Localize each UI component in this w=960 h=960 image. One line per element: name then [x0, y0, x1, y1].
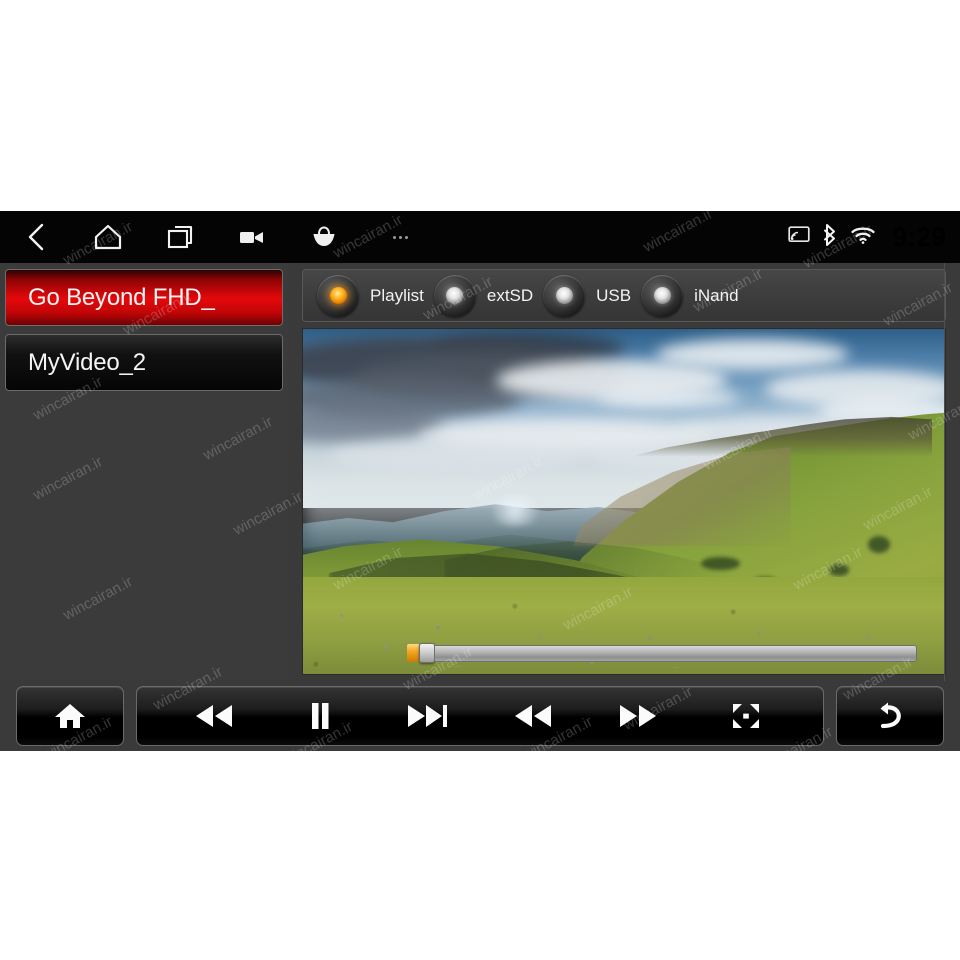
led-core	[446, 287, 464, 304]
dot	[392, 235, 396, 239]
seek-thumb-handle[interactable]	[419, 643, 435, 663]
led-core	[653, 287, 671, 304]
player-panel: Playlist extSD USB iNand	[288, 263, 960, 681]
sun-glow	[482, 494, 547, 526]
app-body: Go Beyond FHD_ MyVideo_2 Playlist extSD	[0, 263, 960, 681]
list-item[interactable]: Go Beyond FHD_	[5, 269, 283, 326]
seek-track[interactable]	[435, 644, 917, 662]
bluetooth-icon[interactable]	[821, 223, 839, 252]
led-indicator-icon	[543, 274, 586, 317]
next-button[interactable]	[392, 687, 462, 745]
source-tab-inand[interactable]: iNand	[641, 269, 739, 322]
rewind-button[interactable]	[498, 687, 568, 745]
home-icon[interactable]	[72, 211, 144, 263]
wifi-icon[interactable]	[850, 225, 876, 250]
dot	[398, 235, 402, 239]
led-indicator-icon	[317, 274, 359, 317]
led-core	[329, 287, 347, 304]
video-frame	[303, 329, 945, 674]
playlist-sidebar: Go Beyond FHD_ MyVideo_2	[0, 263, 288, 681]
head-unit-screen: 9:29 Go Beyond FHD_ MyVideo_2 Playlist e…	[0, 211, 960, 751]
source-tab-label: USB	[596, 285, 632, 305]
panel-divider	[944, 263, 945, 681]
playlist-item-label: MyVideo_2	[28, 348, 146, 376]
source-tab-usb[interactable]: USB	[543, 269, 631, 322]
status-tray: 9:29	[788, 211, 946, 263]
transport-bar	[0, 681, 960, 751]
led-core	[555, 287, 573, 304]
source-tab-label: iNand	[694, 285, 739, 305]
list-item[interactable]: MyVideo_2	[5, 334, 283, 391]
basket-icon[interactable]	[288, 211, 360, 263]
seek-slider[interactable]	[407, 643, 917, 663]
pause-button[interactable]	[285, 687, 355, 745]
dot	[404, 235, 408, 239]
led-indicator-icon	[641, 274, 684, 317]
playlist-item-label: Go Beyond FHD_	[28, 283, 215, 311]
status-clock: 9:29	[891, 221, 946, 252]
system-nav-icons	[0, 211, 440, 263]
previous-button[interactable]	[179, 687, 249, 745]
recents-icon[interactable]	[144, 211, 216, 263]
source-tab-label: Playlist	[370, 285, 424, 305]
led-indicator-icon	[433, 274, 476, 317]
more-options-icon[interactable]	[360, 211, 440, 263]
android-status-bar: 9:29	[0, 211, 960, 263]
camcorder-icon[interactable]	[216, 211, 288, 263]
fullscreen-button[interactable]	[711, 687, 781, 745]
video-viewport[interactable]	[302, 328, 946, 675]
source-tab-bar: Playlist extSD USB iNand	[302, 269, 946, 322]
source-tab-playlist[interactable]: Playlist	[317, 269, 424, 322]
return-button[interactable]	[836, 686, 944, 746]
seek-progress-fill	[407, 644, 419, 662]
fast-forward-button[interactable]	[604, 687, 674, 745]
source-tab-label: extSD	[486, 285, 534, 305]
cast-icon[interactable]	[788, 225, 810, 249]
shrub	[829, 563, 849, 576]
playback-controls	[136, 686, 824, 746]
home-button[interactable]	[16, 686, 124, 746]
source-tab-extsd[interactable]: extSD	[433, 269, 534, 322]
back-icon[interactable]	[0, 211, 72, 263]
